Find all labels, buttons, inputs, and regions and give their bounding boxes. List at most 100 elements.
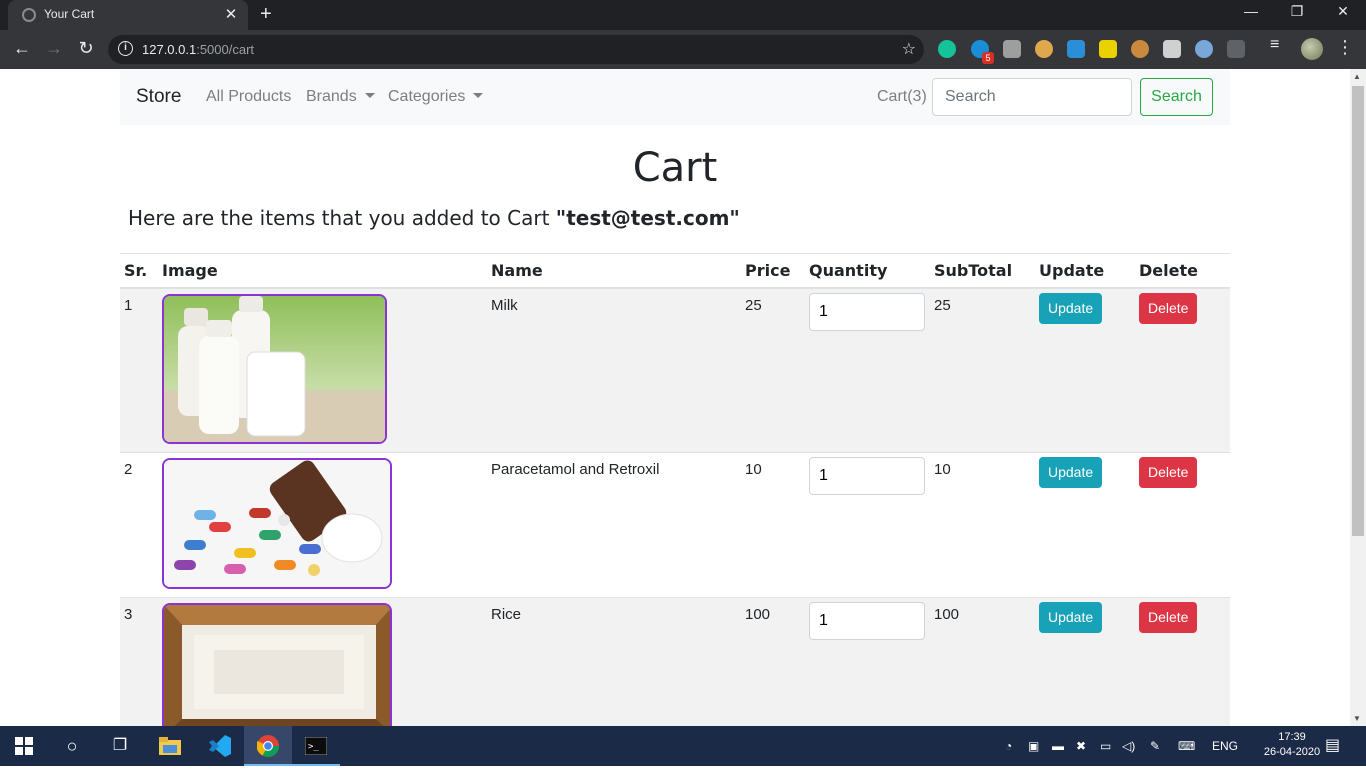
language-indicator[interactable]: ENG: [1212, 726, 1238, 766]
table-header-row: Sr. Image Name Price Quantity SubTotal U…: [120, 253, 1230, 289]
user-email: "test@test.com": [555, 206, 740, 230]
col-name: Name: [487, 253, 741, 289]
table-row: 1 Milk 25 1 25 Update Delete: [120, 287, 1230, 452]
battery-icon[interactable]: ▭: [1100, 726, 1111, 766]
restore-button[interactable]: ❐: [1274, 3, 1320, 20]
nav-categories-dropdown[interactable]: Categories: [388, 88, 484, 106]
search-circle-icon[interactable]: ○: [48, 726, 96, 766]
browser-tab[interactable]: Your Cart ✕: [8, 0, 248, 30]
row-price: 100: [741, 596, 805, 726]
col-subtotal: SubTotal: [930, 253, 1035, 289]
media-queue-icon[interactable]: ≡: [1270, 36, 1288, 54]
extension-icon[interactable]: [1003, 40, 1021, 58]
notification-icon[interactable]: ▤: [1325, 726, 1340, 766]
brand-link[interactable]: Store: [136, 86, 181, 108]
row-price: 10: [741, 451, 805, 597]
row-price: 25: [741, 287, 805, 452]
quantity-input[interactable]: [809, 601, 925, 640]
windows-start-icon[interactable]: [0, 726, 48, 766]
delete-button[interactable]: Delete: [1139, 601, 1198, 633]
row-subtotal: 100: [930, 596, 1035, 726]
volume-icon[interactable]: ◁): [1122, 726, 1135, 766]
chrome-taskbar-icon[interactable]: [244, 726, 292, 766]
back-arrow-icon[interactable]: ←: [10, 38, 34, 59]
site-navbar: Store All Products Brands Categories Car…: [120, 69, 1230, 125]
caret-down-icon: [473, 93, 484, 98]
product-image-pills: [162, 457, 392, 589]
delete-button[interactable]: Delete: [1139, 456, 1198, 488]
extension-icon[interactable]: [1163, 40, 1181, 58]
profile-avatar[interactable]: [1301, 38, 1323, 60]
globe-icon: [22, 8, 36, 22]
tab-title: Your Cart: [44, 7, 95, 21]
row-name: Paracetamol and Retroxil: [487, 451, 741, 597]
security-icon[interactable]: ▣: [1028, 726, 1039, 766]
extension-icon[interactable]: [1227, 40, 1245, 58]
grammarly-extension-icon[interactable]: [938, 40, 956, 58]
extension-icon[interactable]: [1195, 40, 1213, 58]
row-name: Milk: [487, 287, 741, 452]
tab-close-icon[interactable]: ✕: [222, 5, 240, 23]
rice-image: [164, 604, 390, 726]
shield-icon[interactable]: ✖: [1076, 726, 1086, 766]
row-sr: 3: [120, 596, 158, 726]
taskbar-clock[interactable]: 17:39 26-04-2020: [1262, 730, 1322, 760]
extension-icon[interactable]: [1035, 40, 1053, 58]
pen-icon[interactable]: ✎: [1150, 726, 1160, 766]
scroll-up-arrow-icon[interactable]: ▲: [1353, 72, 1361, 81]
close-window-button[interactable]: ✕: [1320, 3, 1366, 20]
update-button[interactable]: Update: [1039, 456, 1103, 488]
delete-button[interactable]: Delete: [1139, 292, 1198, 324]
extension-icon[interactable]: [1099, 40, 1117, 58]
quantity-input[interactable]: [809, 456, 925, 495]
minimize-button[interactable]: —: [1228, 3, 1274, 19]
page-title: Cart: [632, 145, 718, 191]
menu-dots-icon[interactable]: ⋮: [1336, 37, 1354, 58]
col-image: Image: [158, 253, 487, 289]
terminal-icon[interactable]: >_: [292, 726, 340, 766]
address-bar[interactable]: i 127.0.0.1:5000/cart ☆: [108, 35, 924, 64]
reload-icon[interactable]: ↻: [74, 38, 98, 59]
update-button[interactable]: Update: [1039, 601, 1103, 633]
new-tab-button[interactable]: +: [260, 3, 272, 26]
file-explorer-icon[interactable]: [146, 726, 194, 766]
update-button[interactable]: Update: [1039, 292, 1103, 324]
task-view-icon[interactable]: ❐: [96, 726, 144, 766]
milk-image: [164, 295, 385, 442]
search-input[interactable]: [932, 78, 1132, 116]
windows-taskbar: ○ ❐ >_ ◔ ▣ ▬ ✖ ▭ ◁) ✎ ⌨ ENG 17:39 26-04-…: [0, 726, 1366, 766]
network-icon[interactable]: ◔: [1005, 726, 1012, 766]
device-icon[interactable]: ▬: [1052, 726, 1064, 766]
clock-date: 26-04-2020: [1263, 746, 1321, 758]
row-subtotal: 25: [930, 287, 1035, 452]
cart-table: Sr. Image Name Price Quantity SubTotal U…: [120, 253, 1230, 726]
keyboard-icon[interactable]: ⌨: [1178, 726, 1195, 766]
table-row: 3 Rice 100 1 100 Update Delete: [120, 596, 1230, 726]
search-button[interactable]: Search: [1140, 78, 1213, 116]
nav-all-products[interactable]: All Products: [206, 88, 291, 106]
scroll-thumb[interactable]: [1352, 86, 1364, 536]
cookie-extension-icon[interactable]: [1131, 40, 1149, 58]
vscode-icon[interactable]: [196, 726, 244, 766]
col-sr: Sr.: [120, 253, 158, 289]
quantity-input[interactable]: [809, 292, 925, 331]
nav-cart-link[interactable]: Cart(3): [877, 88, 927, 106]
product-image-rice: [162, 602, 392, 726]
row-sr: 1: [120, 287, 158, 452]
pills-image: [164, 459, 390, 587]
page-scrollbar[interactable]: ▲ ▼: [1350, 69, 1366, 726]
caret-down-icon: [364, 93, 375, 98]
scroll-down-arrow-icon[interactable]: ▼: [1353, 714, 1361, 723]
bookmark-star-icon[interactable]: ☆: [902, 39, 916, 59]
info-icon[interactable]: i: [118, 41, 133, 56]
col-delete: Delete: [1135, 253, 1230, 289]
browser-toolbar: ← → ↻ i 127.0.0.1:5000/cart ☆ ≡ ⋮: [0, 30, 1366, 69]
nav-brands-dropdown[interactable]: Brands: [306, 88, 375, 106]
col-update: Update: [1035, 253, 1135, 289]
col-quantity: Quantity: [805, 253, 930, 289]
extension-icon[interactable]: [1067, 40, 1085, 58]
browser-titlebar: Your Cart ✕ + — ❐ ✕: [0, 0, 1366, 30]
col-price: Price: [741, 253, 805, 289]
forward-arrow-icon[interactable]: →: [42, 38, 66, 59]
url-text[interactable]: 127.0.0.1:5000/cart: [142, 42, 254, 57]
